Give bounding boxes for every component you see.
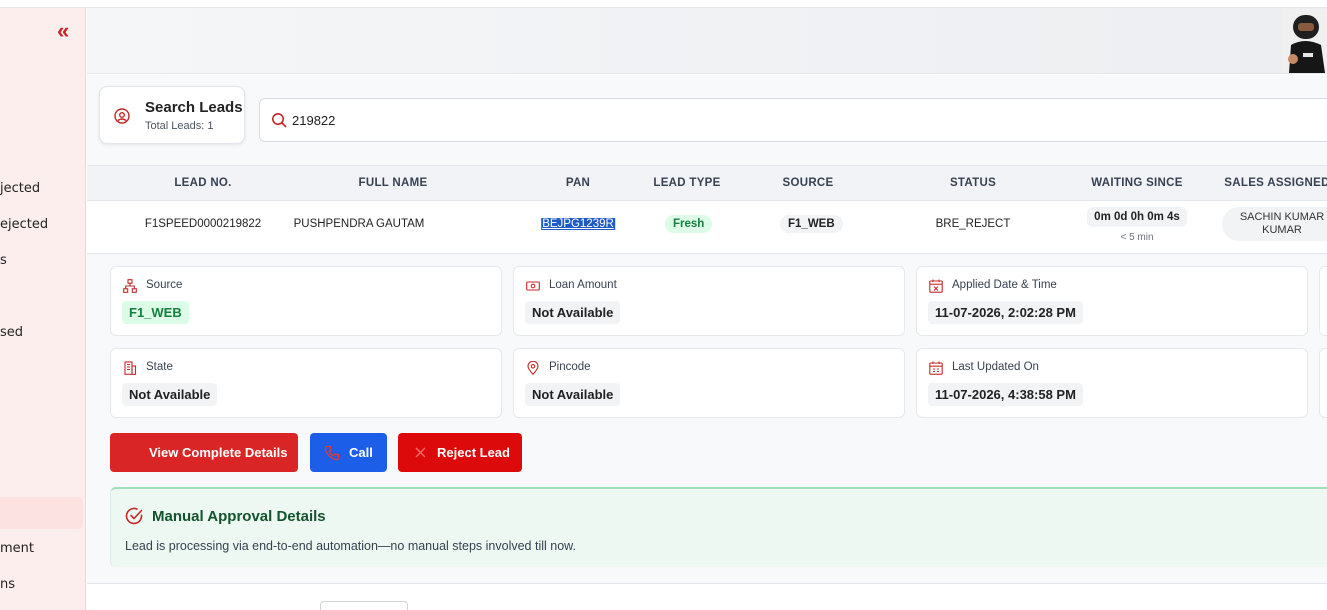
waiting-since-sub: < 5 min <box>1120 232 1154 243</box>
manual-approval-panel: Manual Approval Details Lead is processi… <box>110 487 1327 567</box>
sales-assigned-line2: KUMAR <box>1262 224 1302 236</box>
top-header <box>87 8 1327 74</box>
sidebar-item-management[interactable]: ment <box>0 541 34 556</box>
collapse-sidebar-icon[interactable]: « <box>57 20 69 42</box>
pan-value[interactable]: BEJPG1239R <box>541 218 615 230</box>
sales-assigned-badge: SACHIN KUMAR KUMAR <box>1222 207 1327 241</box>
manual-approval-text: Lead is processing via end-to-end automa… <box>125 539 576 553</box>
user-circle-icon <box>114 108 130 124</box>
sidebar: « jected ejected s sed ment ns <box>0 8 86 610</box>
col-lead-type[interactable]: LEAD TYPE <box>653 177 720 189</box>
lead-number: F1SPEED0000219822 <box>144 218 262 230</box>
pincode-label: Pincode <box>549 361 591 373</box>
sitemap-icon <box>123 279 137 293</box>
loan-amount-card: Loan Amount Not Available <box>513 266 905 336</box>
source-value: F1_WEB <box>122 301 189 324</box>
building-icon <box>124 361 137 375</box>
last-updated-label: Last Updated On <box>952 361 1039 373</box>
sales-assigned-line1: SACHIN KUMAR <box>1239 211 1325 223</box>
check-circle-icon <box>125 507 143 525</box>
lead-type-badge: Fresh <box>665 215 713 233</box>
map-pin-icon <box>527 361 539 375</box>
state-label: State <box>146 361 173 373</box>
table-row[interactable]: F1SPEED0000219822 PUSHPENDRA GAUTAM BEJP… <box>87 201 1327 254</box>
bottom-control[interactable] <box>320 601 408 610</box>
source-label: Source <box>146 279 183 291</box>
applied-date-label: Applied Date & Time <box>952 279 1057 291</box>
manual-approval-title: Manual Approval Details <box>152 508 326 525</box>
sidebar-item-leads[interactable]: s <box>0 253 7 268</box>
bottom-section <box>87 583 1327 610</box>
state-value: Not Available <box>122 383 218 406</box>
top-border <box>0 0 1327 8</box>
reject-lead-button[interactable]: Reject Lead <box>398 433 522 472</box>
col-sales-assigned[interactable]: SALES ASSIGNED <box>1224 177 1327 189</box>
full-name: PUSHPENDRA GAUTAM <box>293 218 425 230</box>
last-updated-value: 11-07-2026, 4:38:58 PM <box>928 383 1083 406</box>
col-waiting-since[interactable]: WAITING SINCE <box>1091 177 1182 189</box>
banknote-icon <box>526 281 540 291</box>
sidebar-item-active[interactable] <box>0 497 83 529</box>
card-edge <box>1319 348 1327 418</box>
user-avatar[interactable] <box>1283 9 1327 73</box>
card-edge <box>1319 266 1327 336</box>
pincode-card: Pincode Not Available <box>513 348 905 418</box>
last-updated-card: Last Updated On 11-07-2026, 4:38:58 PM <box>916 348 1308 418</box>
loan-amount-value: Not Available <box>525 301 621 324</box>
state-card: State Not Available <box>110 348 502 418</box>
calendar-icon <box>929 279 943 293</box>
call-button[interactable]: Call <box>310 433 387 472</box>
search-input[interactable] <box>292 109 892 131</box>
close-icon <box>415 447 426 458</box>
waiting-since-badge: 0m 0d 0h 0m 4s <box>1087 207 1187 227</box>
sidebar-item-actions[interactable]: ns <box>0 577 15 592</box>
loan-amount-label: Loan Amount <box>549 279 617 291</box>
applied-date-value: 11-07-2026, 2:02:28 PM <box>928 301 1083 324</box>
col-status[interactable]: STATUS <box>950 177 996 189</box>
call-label: Call <box>349 445 373 460</box>
col-source[interactable]: SOURCE <box>782 177 833 189</box>
total-leads-count: Total Leads: 1 <box>145 120 214 132</box>
search-leads-card: Search Leads Total Leads: 1 <box>99 86 245 144</box>
col-lead-no[interactable]: LEAD NO. <box>174 177 231 189</box>
search-icon <box>272 113 287 128</box>
sidebar-item-closed[interactable]: sed <box>0 325 23 340</box>
col-pan[interactable]: PAN <box>566 177 590 189</box>
pan-number[interactable]: BEJPG1239R <box>541 218 615 230</box>
reject-lead-label: Reject Lead <box>437 445 510 460</box>
search-bar[interactable] <box>259 98 1327 142</box>
view-complete-details-button[interactable]: View Complete Details <box>110 433 298 472</box>
status-value: BRE_REJECT <box>935 218 1011 230</box>
sidebar-item-bre-rejected[interactable]: ejected <box>0 217 48 232</box>
pincode-value: Not Available <box>525 383 621 406</box>
source-badge: F1_WEB <box>780 215 843 233</box>
col-full-name[interactable]: FULL NAME <box>359 177 428 189</box>
view-details-label: View Complete Details <box>149 445 288 460</box>
phone-icon <box>324 445 340 461</box>
source-card: Source F1_WEB <box>110 266 502 336</box>
applied-date-card: Applied Date & Time 11-07-2026, 2:02:28 … <box>916 266 1308 336</box>
main-content: Search Leads Total Leads: 1 LEAD NO. FUL… <box>87 75 1327 610</box>
calendar-icon <box>929 361 943 375</box>
search-leads-title: Search Leads <box>145 99 243 116</box>
sidebar-item-rejected[interactable]: jected <box>0 181 40 196</box>
table-header: LEAD NO. FULL NAME PAN LEAD TYPE SOURCE … <box>87 165 1327 201</box>
